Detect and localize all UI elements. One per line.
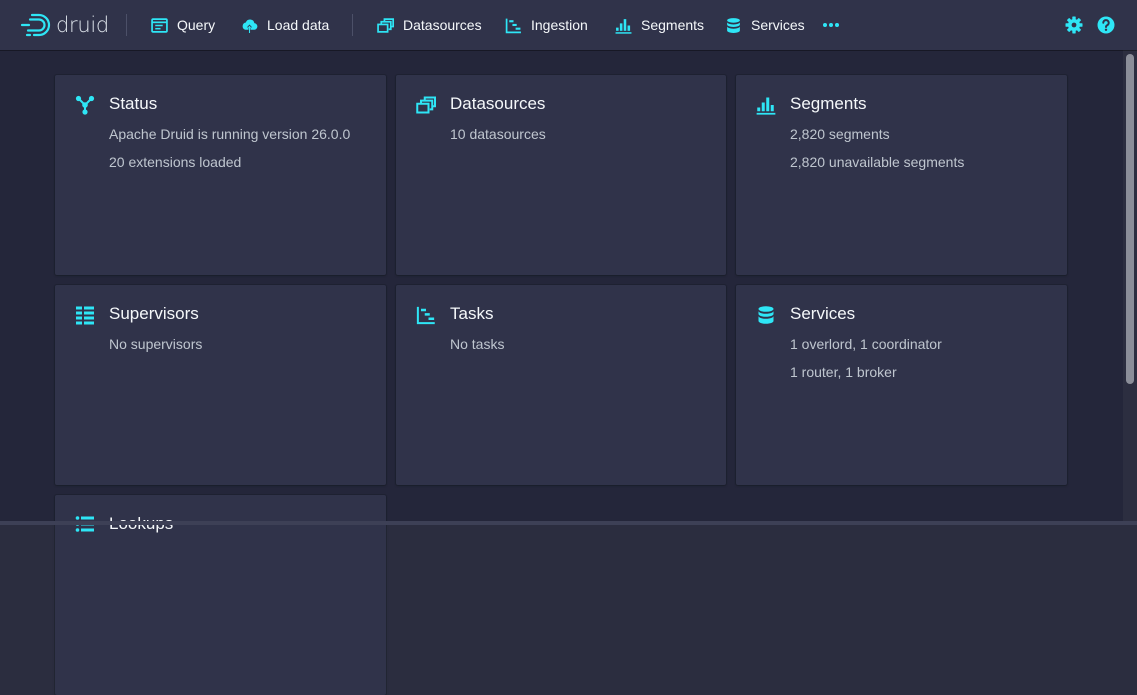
database-icon (758, 306, 774, 324)
datasources-stack-icon (377, 17, 394, 33)
status-card[interactable]: Status Apache Druid is running version 2… (55, 75, 386, 275)
tasks-gantt-icon (505, 18, 521, 33)
nav-datasources[interactable]: Datasources (377, 14, 482, 36)
card-detail: 20 extensions loaded (109, 154, 242, 170)
card-detail: 1 router, 1 broker (790, 364, 897, 380)
lookups-list-icon (75, 516, 94, 532)
supervisors-list-icon (76, 306, 94, 325)
card-title: Tasks (450, 304, 494, 323)
nav-divider (352, 14, 353, 36)
nav-services-label: Services (751, 17, 805, 33)
segments-bars-icon (615, 18, 632, 34)
card-title: Status (109, 94, 158, 113)
nav-divider (126, 14, 127, 36)
cluster-nodes-icon (75, 95, 95, 115)
card-title: Services (790, 304, 856, 323)
vertical-scrollbar[interactable] (1123, 50, 1137, 525)
top-navbar: druid Query Load data Datasources Ingest… (0, 0, 1137, 50)
card-detail: 10 datasources (450, 126, 546, 142)
nav-segments[interactable]: Segments (615, 14, 704, 36)
card-detail: No supervisors (109, 336, 203, 352)
nav-load-data-label: Load data (267, 17, 330, 33)
druid-logo[interactable]: druid (20, 11, 109, 39)
window-bottom-edge (0, 521, 1137, 525)
supervisors-card[interactable]: Supervisors No supervisors (55, 285, 386, 485)
segments-bars-icon (756, 97, 776, 115)
nav-segments-label: Segments (641, 17, 705, 33)
home-view: Status Apache Druid is running version 2… (0, 50, 1123, 695)
card-detail: 1 overlord, 1 coordinator (790, 336, 942, 352)
datasources-card[interactable]: Datasources 10 datasources (396, 75, 726, 275)
card-title: Segments (790, 94, 867, 113)
settings-gear-icon[interactable] (1065, 16, 1083, 34)
more-horizontal-icon[interactable] (822, 16, 840, 34)
nav-datasources-label: Datasources (403, 17, 482, 33)
tasks-gantt-icon (416, 306, 435, 325)
druid-logo-icon (20, 13, 51, 37)
nav-ingestion-label: Ingestion (531, 17, 588, 33)
card-detail: Apache Druid is running version 26.0.0 (109, 126, 351, 142)
card-detail: No tasks (450, 336, 505, 352)
card-title: Supervisors (109, 304, 199, 323)
logo-wordmark: druid (56, 13, 109, 37)
services-card[interactable]: Services 1 overlord, 1 coordinator 1 rou… (736, 285, 1067, 485)
cloud-upload-icon (242, 19, 258, 33)
nav-services[interactable]: Services (725, 14, 805, 36)
datasources-stack-icon (416, 96, 436, 114)
lookups-card[interactable]: Lookups (55, 495, 386, 695)
database-icon (727, 17, 740, 33)
query-editor-icon (151, 17, 168, 33)
card-detail: 2,820 segments (790, 126, 890, 142)
card-detail: 2,820 unavailable segments (790, 154, 965, 170)
nav-query-label: Query (177, 17, 216, 33)
help-icon[interactable] (1097, 16, 1115, 34)
scrollbar-thumb[interactable] (1126, 54, 1134, 384)
nav-load-data[interactable]: Load data (241, 14, 329, 36)
nav-ingestion[interactable]: Ingestion (505, 14, 588, 36)
card-title: Datasources (450, 94, 546, 113)
segments-card[interactable]: Segments 2,820 segments 2,820 unavailabl… (736, 75, 1067, 275)
tasks-card[interactable]: Tasks No tasks (396, 285, 726, 485)
nav-query[interactable]: Query (151, 14, 215, 36)
